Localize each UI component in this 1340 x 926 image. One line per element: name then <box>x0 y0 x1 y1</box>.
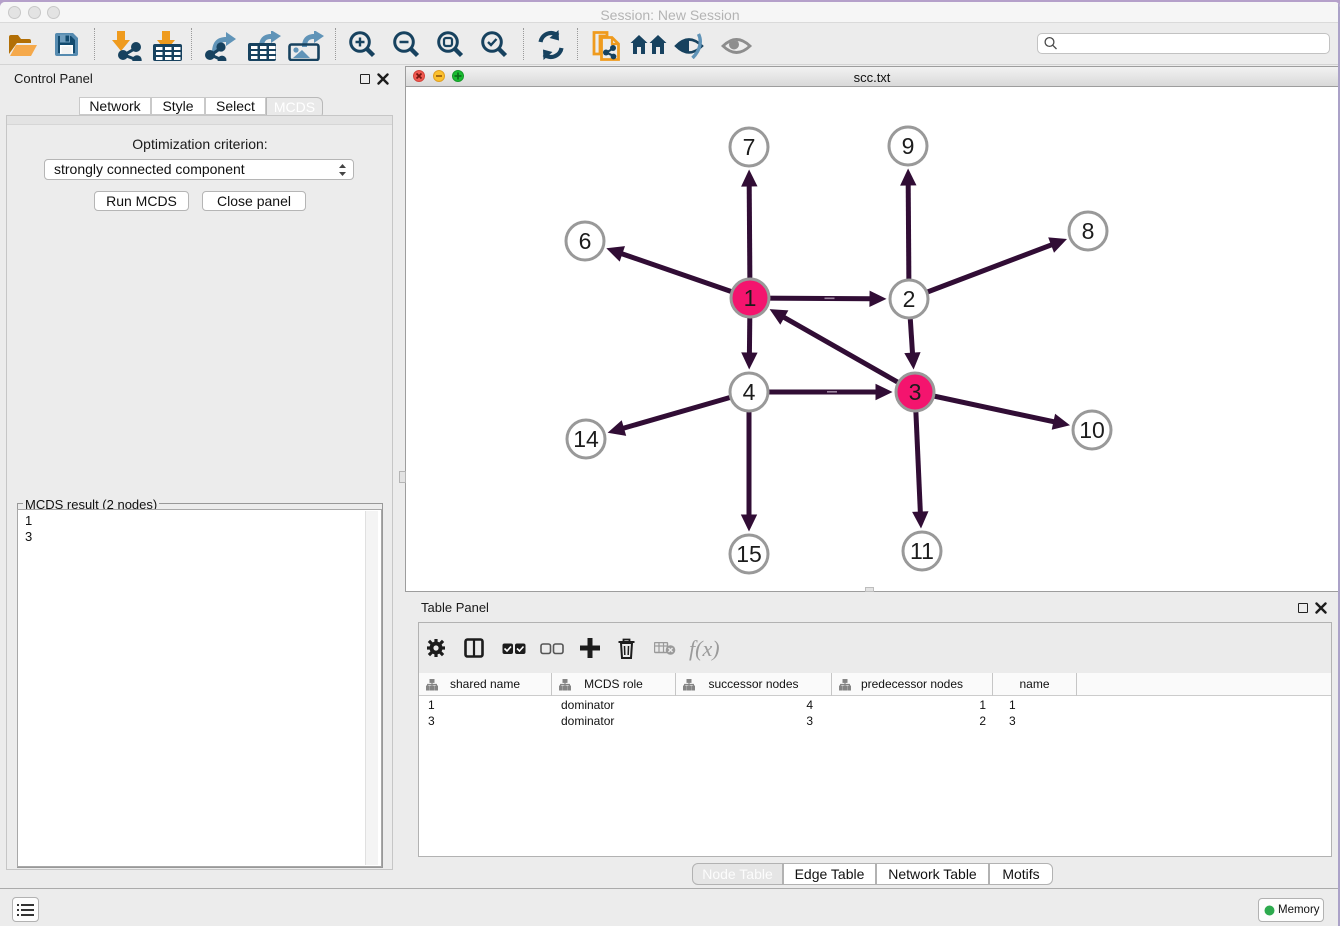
svg-text:11: 11 <box>910 538 934 564</box>
svg-text:4: 4 <box>743 379 756 405</box>
svg-text:3: 3 <box>909 379 922 405</box>
svg-text:9: 9 <box>902 133 915 159</box>
svg-text:6: 6 <box>579 228 592 254</box>
svg-text:15: 15 <box>736 541 762 567</box>
svg-text:2: 2 <box>903 286 916 312</box>
svg-text:10: 10 <box>1079 417 1105 443</box>
svg-text:14: 14 <box>573 426 599 452</box>
svg-text:1: 1 <box>744 285 757 311</box>
svg-text:7: 7 <box>743 134 756 160</box>
svg-text:8: 8 <box>1082 218 1095 244</box>
